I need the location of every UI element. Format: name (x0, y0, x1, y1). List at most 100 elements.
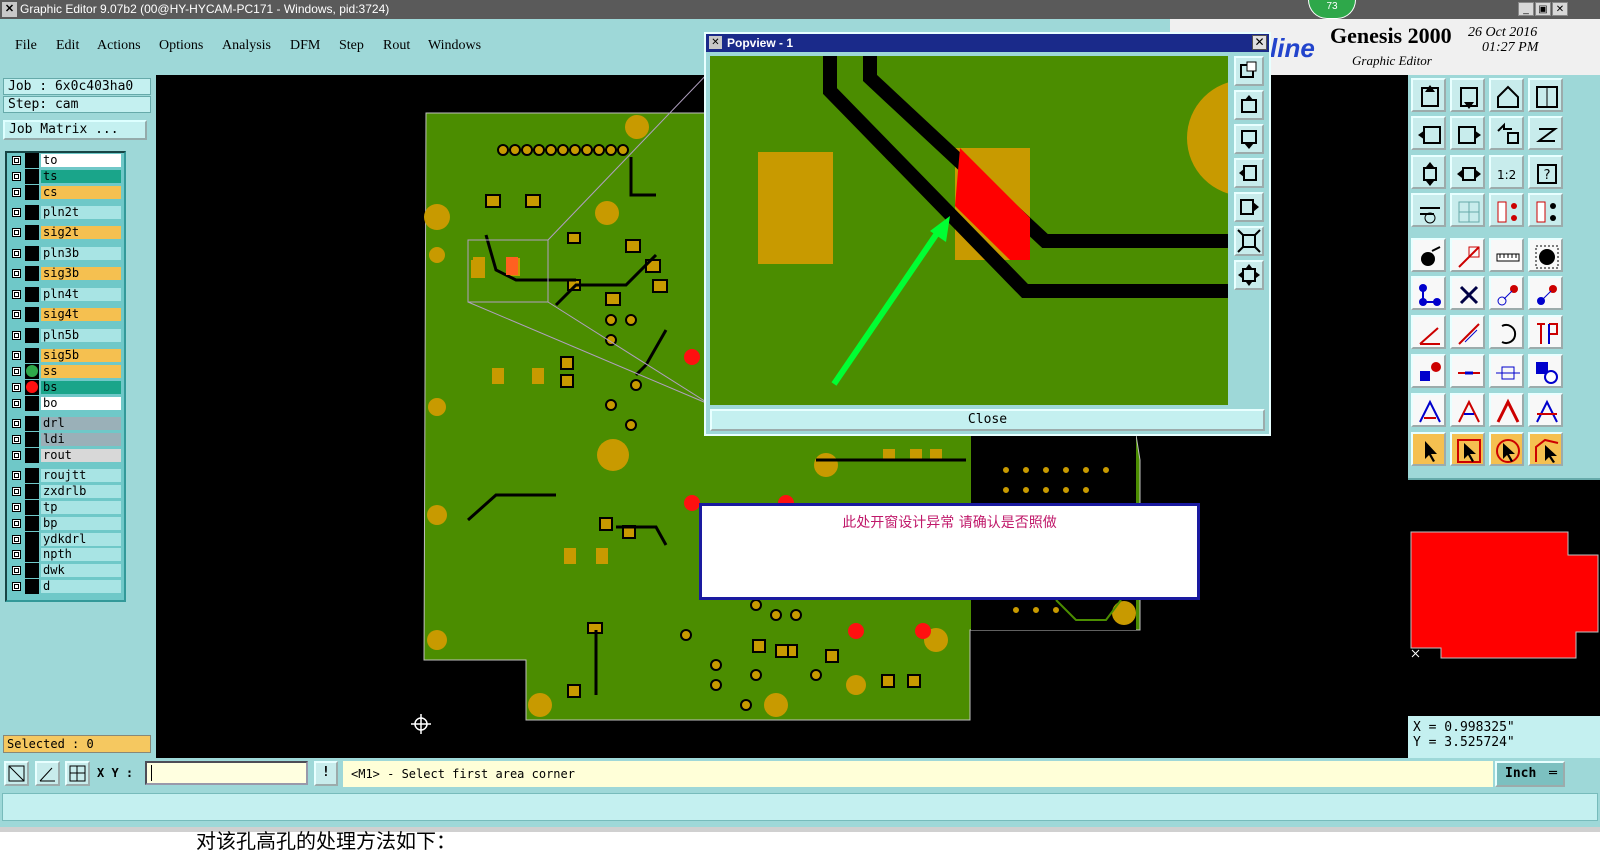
tool-move-left-button[interactable] (1411, 116, 1446, 150)
layer-name[interactable]: bp (41, 517, 121, 530)
layer-display-slot[interactable] (25, 348, 39, 363)
popview-title-bar[interactable]: ✕ Popview - 1 ✕ (706, 34, 1269, 52)
popview-pan-right-button[interactable] (1234, 192, 1264, 222)
layer-display-slot[interactable] (25, 169, 39, 184)
layer-checkbox[interactable] (12, 383, 21, 392)
tool-line-edit-button[interactable] (1450, 315, 1485, 349)
layer-row-sig5b[interactable]: sig5b (7, 348, 124, 363)
layer-checkbox[interactable] (12, 487, 21, 496)
layer-checkbox[interactable] (12, 566, 21, 575)
tool-move-point-button[interactable] (1489, 276, 1524, 310)
layer-display-slot[interactable] (25, 516, 39, 531)
menu-options[interactable]: Options (159, 38, 203, 54)
tool-shape-a-button[interactable] (1411, 393, 1446, 427)
layer-checkbox[interactable] (12, 351, 21, 360)
tool-pointer-button[interactable] (1411, 432, 1446, 466)
layer-display-slot[interactable] (25, 532, 39, 547)
popview-pan-down-button[interactable] (1234, 124, 1264, 154)
tool-layer-list-button[interactable] (1528, 193, 1563, 227)
layer-display-slot[interactable] (25, 287, 39, 302)
tool-grid-button[interactable] (1450, 193, 1485, 227)
tool-fit-vertical-button[interactable] (1411, 155, 1446, 189)
layer-name[interactable]: sig3b (41, 267, 121, 280)
layer-name[interactable]: cs (41, 186, 121, 199)
tool-grid-view-button[interactable] (1528, 78, 1563, 112)
layer-display-slot[interactable] (25, 246, 39, 261)
layer-name[interactable]: d (41, 580, 121, 593)
layer-checkbox[interactable] (12, 471, 21, 480)
layer-display-slot[interactable] (25, 448, 39, 463)
layer-display-slot[interactable] (25, 205, 39, 220)
layer-name[interactable]: sig5b (41, 349, 121, 362)
menu-windows[interactable]: Windows (428, 38, 481, 54)
popview-zoom-window-button[interactable] (1234, 56, 1264, 86)
layer-name[interactable]: pln4t (41, 288, 121, 301)
layer-display-slot[interactable] (25, 416, 39, 431)
layer-name[interactable]: pln3b (41, 247, 121, 260)
tool-connect-button[interactable] (1411, 276, 1446, 310)
tool-ruler-button[interactable] (1489, 238, 1524, 272)
layer-row-roujtt[interactable]: roujtt (7, 468, 124, 483)
layer-checkbox[interactable] (12, 550, 21, 559)
layer-display-slot[interactable] (25, 547, 39, 562)
layer-row-sig4t[interactable]: sig4t (7, 307, 124, 322)
layer-display-slot[interactable] (25, 328, 39, 343)
job-matrix-button[interactable]: Job Matrix ... (3, 120, 147, 140)
layer-row-zxdrlb[interactable]: zxdrlb (7, 484, 124, 499)
popview-zoom-in-button[interactable] (1234, 260, 1264, 290)
layer-row-ts[interactable]: ts (7, 169, 124, 184)
layer-name[interactable]: ss (41, 365, 121, 378)
layer-checkbox[interactable] (12, 228, 21, 237)
popview-pan-up-button[interactable] (1234, 90, 1264, 120)
layer-display-slot[interactable] (25, 579, 39, 594)
layer-name[interactable]: rout (41, 449, 121, 462)
layer-checkbox[interactable] (12, 535, 21, 544)
layer-display-slot[interactable] (25, 500, 39, 515)
tool-home-button[interactable] (1489, 78, 1524, 112)
popview-pan-left-button[interactable] (1234, 158, 1264, 188)
layer-checkbox[interactable] (12, 290, 21, 299)
layer-row-pln2t[interactable]: pln2t (7, 205, 124, 220)
board-overview[interactable] (1408, 478, 1600, 716)
tool-layer-compare-button[interactable] (1489, 193, 1524, 227)
popview-close-button[interactable]: Close (710, 409, 1265, 431)
menu-rout[interactable]: Rout (383, 38, 410, 54)
layer-row-to[interactable]: to (7, 153, 124, 168)
layer-name[interactable]: bo (41, 397, 121, 410)
layer-name[interactable]: ts (41, 170, 121, 183)
tool-pad-group-button[interactable] (1528, 354, 1563, 388)
layer-checkbox[interactable] (12, 451, 21, 460)
layer-name[interactable]: ldi (41, 433, 121, 446)
tool-pointer-box-button[interactable] (1450, 432, 1485, 466)
tool-fit-all-button[interactable] (1450, 155, 1485, 189)
tool-help-button[interactable]: ? (1528, 155, 1563, 189)
layer-checkbox[interactable] (12, 156, 21, 165)
layer-checkbox[interactable] (12, 208, 21, 217)
layer-row-pln5b[interactable]: pln5b (7, 328, 124, 343)
layer-display-slot[interactable] (25, 468, 39, 483)
layer-checkbox[interactable] (12, 399, 21, 408)
layer-display-slot[interactable] (25, 185, 39, 200)
alert-button[interactable]: ! (314, 761, 338, 786)
tool-shape-d-button[interactable] (1528, 393, 1563, 427)
layer-checkbox[interactable] (12, 519, 21, 528)
popview-close-icon[interactable]: ✕ (1252, 35, 1267, 50)
minimize-button[interactable]: _ (1518, 2, 1534, 16)
tool-delete-button[interactable] (1450, 276, 1485, 310)
tool-move-right-button[interactable] (1450, 116, 1485, 150)
layer-row-pln4t[interactable]: pln4t (7, 287, 124, 302)
layer-checkbox[interactable] (12, 269, 21, 278)
layer-name[interactable]: drl (41, 417, 121, 430)
menu-dfm[interactable]: DFM (290, 38, 320, 54)
layer-display-slot[interactable] (25, 484, 39, 499)
layer-name[interactable]: tp (41, 501, 121, 514)
layer-checkbox[interactable] (12, 367, 21, 376)
layer-checkbox[interactable] (12, 310, 21, 319)
layer-name[interactable]: pln5b (41, 329, 121, 342)
tool-trim-button[interactable] (1450, 354, 1485, 388)
layer-checkbox[interactable] (12, 582, 21, 591)
tool-feature-points-button[interactable] (1411, 354, 1446, 388)
layer-name[interactable]: roujtt (41, 469, 121, 482)
layer-name[interactable]: zxdrlb (41, 485, 121, 498)
layer-name[interactable]: npth (41, 548, 121, 561)
